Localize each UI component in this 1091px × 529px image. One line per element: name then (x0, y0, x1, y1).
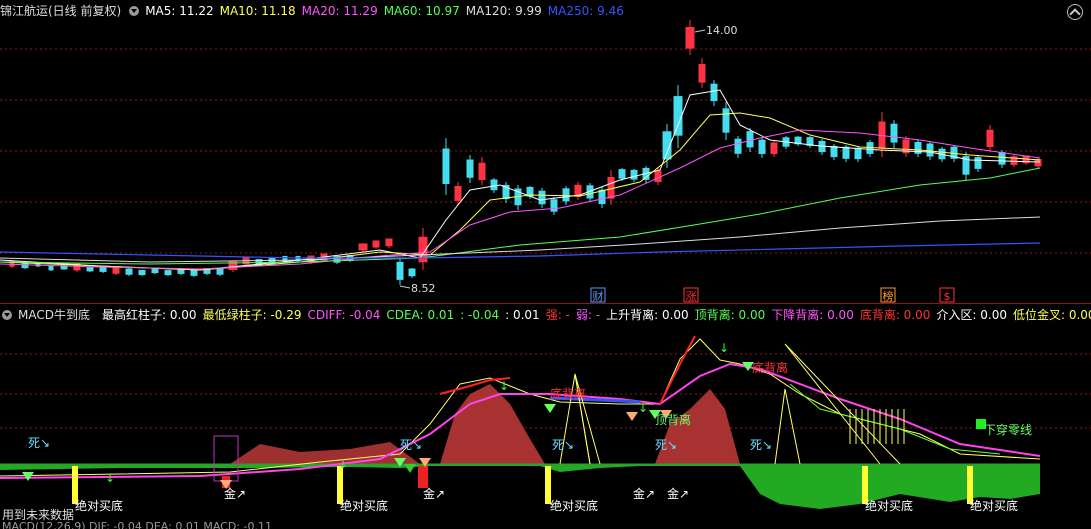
macd-chart[interactable]: ↓↓↓↓↓死↘ 死↘ 死↘ 死↘ 死↘金↗ 金↗ 金↗ 金↗绝对买底 绝对买底 绝对买底 绝对买底绝… (0, 304, 1091, 518)
candle-body (1034, 159, 1042, 167)
signal-label-jin: 金↗ (633, 486, 655, 501)
candle-body (698, 64, 706, 83)
candle-body (478, 162, 486, 181)
down-arrow-icon: ↓ (105, 471, 115, 485)
candle-body (974, 157, 982, 169)
candle-body (630, 169, 638, 180)
down-arrow-icon: ↓ (338, 457, 348, 471)
signal-label-jin: 金↗ (423, 486, 445, 501)
candle-body (926, 143, 934, 157)
triangle-marker (784, 343, 901, 465)
triangle-marker (774, 388, 801, 465)
event-marker-label: 涨 (686, 290, 697, 303)
high-pointer (694, 29, 706, 33)
diamond-marker (22, 472, 34, 481)
low-pointer (399, 285, 411, 289)
high-price-label: 14.00 (706, 24, 738, 37)
ma5-line (0, 89, 1041, 271)
candle-body (986, 129, 994, 148)
footer: 用到未来数据 MACD(12,26,9) DIF: -0.04 DEA: 0.0… (0, 506, 1091, 529)
signal-label-si: 死↘ (400, 438, 422, 452)
candle-body (746, 131, 754, 148)
candle-body (442, 148, 450, 184)
candlestick-chart[interactable]: 14.00 8.52 财 涨 榜 $ (0, 0, 1091, 303)
diamond-marker (626, 412, 638, 421)
candle-body (538, 190, 546, 205)
down-arrow-icon: ↓ (499, 379, 509, 393)
candle-body (618, 169, 626, 179)
candle-body (86, 267, 94, 272)
candle-body (466, 159, 474, 178)
signal-label-jin: 金↗ (224, 486, 246, 501)
main-price-panel[interactable]: 锦江航运(日线 前复权) MA5: 11.22 MA10: 11.18 MA20: 1… (0, 0, 1091, 304)
candle-body (358, 243, 368, 251)
event-marker-label: 财 (593, 289, 604, 303)
candle-body (151, 268, 159, 274)
candle-body (372, 240, 380, 248)
candle-body (112, 267, 120, 274)
strong-segment (659, 335, 696, 405)
event-marker-label: 榜 (883, 289, 894, 303)
candle-body (598, 189, 606, 205)
signal-label-si: 死↘ (552, 438, 574, 452)
candle-body (890, 123, 898, 143)
candle-body (722, 108, 730, 133)
signal-label-jin: 金↗ (667, 486, 689, 501)
candle-body (654, 170, 662, 182)
candle-body (562, 188, 570, 202)
candle-body (550, 199, 558, 212)
down-arrow-icon: ↓ (638, 401, 648, 415)
candle-body (758, 139, 766, 155)
candle-body (998, 152, 1006, 165)
candle-body (164, 270, 172, 276)
signal-label-si: 死↘ (655, 438, 677, 452)
ma60-line (0, 167, 1041, 265)
signal-label-di_beili: 底背离 (550, 386, 586, 401)
candle-body (673, 96, 683, 136)
candle-body (685, 27, 695, 49)
candle-body (830, 145, 838, 158)
signal-label-ding_beili: 顶背离 (655, 412, 691, 427)
indicator-panel[interactable]: MACD牛到底 最高红柱子: 0.00 最低绿柱子: -0.29 CDIFF: -0.… (0, 304, 1091, 518)
signal-label-cross_zero: 下穿零线 (984, 422, 1032, 437)
signal-label-si: 死↘ (750, 438, 772, 452)
down-arrow-icon: ↓ (719, 341, 729, 355)
candle-body (854, 147, 862, 160)
candle-body (770, 142, 778, 154)
candle-body (385, 238, 393, 247)
diamond-marker (404, 464, 416, 473)
signal-label-di_beili: 底背离 (752, 360, 788, 375)
candle-body (125, 268, 133, 275)
signal-bar (418, 466, 428, 488)
candle-body (454, 186, 462, 201)
diamond-marker (544, 404, 556, 413)
candle-body (190, 269, 198, 276)
candle-body (710, 83, 718, 102)
low-price-label: 8.52 (411, 282, 436, 295)
candle-body (842, 146, 850, 159)
candle-body (216, 268, 224, 275)
signal-label-si: 死↘ (28, 436, 50, 450)
candle-body (408, 268, 416, 277)
event-marker-label: $ (944, 290, 951, 303)
candle-body (48, 265, 54, 271)
candle-body (734, 138, 742, 154)
candle-body (490, 179, 498, 191)
candle-body (396, 261, 404, 280)
candle-body (138, 269, 146, 276)
